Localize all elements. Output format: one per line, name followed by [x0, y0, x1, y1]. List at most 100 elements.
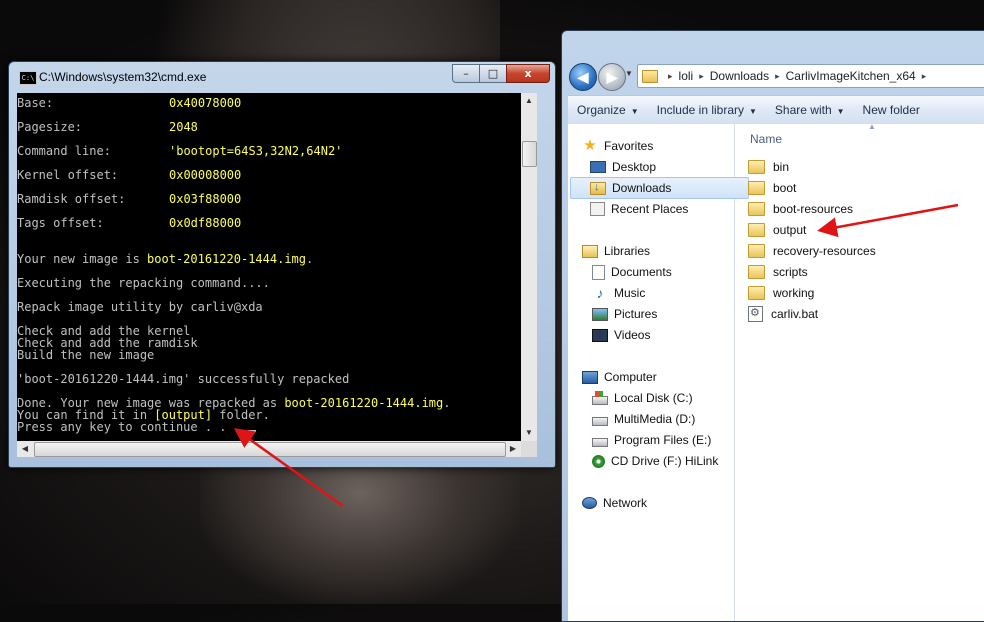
- explorer-window[interactable]: ◀ ▶ ▼ ▸ loli ▸ Downloads ▸ CarlivImageKi…: [561, 30, 984, 622]
- hscroll-thumb[interactable]: [34, 442, 506, 457]
- nav-downloads[interactable]: Downloads: [570, 177, 749, 199]
- nav-documents[interactable]: Documents: [592, 262, 758, 282]
- breadcrumb-separator-icon[interactable]: ▸: [699, 71, 704, 82]
- file-item-output[interactable]: output: [748, 220, 806, 240]
- console-key: Tags offset:: [17, 216, 104, 230]
- column-header: ▲ Name: [738, 122, 984, 154]
- nav-label: MultiMedia (D:): [614, 412, 696, 426]
- nav-label: Music: [614, 286, 646, 300]
- console-line: Your new image is boot-20161220-1444.img…: [17, 253, 529, 265]
- console-key: Command line:: [17, 144, 111, 158]
- scroll-thumb[interactable]: [522, 141, 537, 167]
- console-value: 0x0df88000: [169, 216, 242, 230]
- breadcrumb-separator-icon[interactable]: ▸: [668, 71, 673, 82]
- network-icon: [582, 497, 597, 509]
- navigation-pane[interactable]: ★ Favorites Desktop Downloads Recent Plac…: [568, 124, 749, 621]
- nav-label: Network: [603, 496, 648, 510]
- breadcrumb-separator-icon[interactable]: ▸: [775, 71, 780, 82]
- console-line: Ramdisk offset: 0x03f88000: [17, 193, 529, 205]
- close-button[interactable]: x: [506, 64, 550, 83]
- new-folder-button[interactable]: New folder: [854, 103, 929, 117]
- breadcrumb-item[interactable]: Downloads: [710, 69, 769, 83]
- back-arrow-icon[interactable]: ◀: [569, 63, 597, 91]
- music-icon: ♪: [596, 285, 604, 301]
- nav-program-files[interactable]: Program Files (E:): [592, 430, 758, 450]
- breadcrumb-item[interactable]: CarlivImageKitchen_x64: [786, 69, 916, 83]
- file-item-working[interactable]: working: [748, 283, 814, 303]
- nav-recent-places[interactable]: Recent Places: [590, 199, 756, 219]
- hard-drive-icon: [592, 438, 608, 447]
- cmd-window[interactable]: C:\ C:\Windows\system32\cmd.exe – □ x Ba…: [8, 61, 556, 468]
- scroll-down-icon[interactable]: ▼: [521, 425, 537, 441]
- scroll-left-icon[interactable]: ◀: [17, 441, 33, 457]
- nav-computer[interactable]: Computer: [582, 367, 748, 387]
- console-line: Pagesize: 2048: [17, 121, 529, 133]
- folder-icon: [748, 286, 765, 300]
- nav-desktop[interactable]: Desktop: [590, 157, 756, 177]
- nav-label: Computer: [604, 370, 657, 384]
- console-line: Executing the repacking command....: [17, 277, 529, 289]
- text-cursor: [248, 430, 257, 432]
- console-line: Command line: 'bootopt=64S3,32N2,64N2': [17, 145, 529, 157]
- nav-videos[interactable]: Videos: [592, 325, 758, 345]
- include-in-library-button[interactable]: Include in library ▼: [648, 103, 766, 117]
- desktop-icon: [590, 161, 606, 173]
- cmd-titlebar[interactable]: C:\ C:\Windows\system32\cmd.exe – □ x: [9, 62, 555, 90]
- console-horizontal-scrollbar[interactable]: ◀ ▶: [17, 441, 521, 457]
- nav-network[interactable]: Network: [582, 493, 748, 513]
- sort-ascending-icon: ▲: [868, 122, 876, 131]
- nav-local-disk[interactable]: Local Disk (C:): [592, 388, 758, 408]
- star-icon: ★: [583, 137, 597, 154]
- scroll-corner: [521, 441, 537, 457]
- nav-label: Favorites: [604, 139, 654, 153]
- nav-music[interactable]: ♪ Music: [592, 283, 758, 303]
- nav-libraries[interactable]: Libraries: [582, 241, 748, 261]
- scroll-right-icon[interactable]: ▶: [505, 441, 521, 457]
- address-bar[interactable]: ▸ loli ▸ Downloads ▸ CarlivImageKitchen_…: [637, 64, 984, 88]
- command-bar: Organize ▼ Include in library ▼ Share with…: [568, 95, 984, 125]
- file-name: working: [773, 286, 815, 300]
- maximize-button[interactable]: □: [479, 64, 507, 83]
- organize-button[interactable]: Organize ▼: [568, 103, 648, 117]
- share-with-button[interactable]: Share with ▼: [766, 103, 854, 117]
- nav-label: Local Disk (C:): [614, 391, 693, 405]
- documents-icon: [592, 264, 605, 280]
- column-header-name[interactable]: Name: [750, 132, 782, 146]
- minimize-button[interactable]: –: [452, 64, 480, 83]
- pictures-icon: [592, 307, 608, 321]
- recent-places-icon: [590, 202, 605, 216]
- breadcrumb-item[interactable]: loli: [679, 69, 694, 83]
- console-lines: Base: 0x40078000 Pagesize: 2048 Command line…: [17, 97, 529, 433]
- file-item-boot-resources[interactable]: boot-resources: [748, 199, 853, 219]
- console-value: 2048: [169, 120, 198, 134]
- nav-label: Program Files (E:): [614, 433, 712, 447]
- nav-cd-drive[interactable]: CD Drive (F:) HiLink: [592, 451, 758, 471]
- folder-icon: [748, 160, 765, 174]
- recent-pages-dropdown-icon[interactable]: ▼: [625, 69, 633, 78]
- console-vertical-scrollbar[interactable]: ▲ ▼: [521, 93, 537, 441]
- console-line: Build the new image: [17, 349, 529, 361]
- folder-icon: [748, 265, 765, 279]
- cmd-window-title: C:\Windows\system32\cmd.exe: [39, 70, 207, 84]
- file-item-carliv-bat[interactable]: carliv.bat: [748, 304, 818, 324]
- breadcrumb-separator-icon[interactable]: ▸: [922, 71, 927, 82]
- file-item-bin[interactable]: bin: [748, 157, 789, 177]
- nav-favorites[interactable]: ★ Favorites: [582, 136, 748, 156]
- file-name: boot: [773, 181, 797, 195]
- file-name: bin: [773, 160, 790, 174]
- chevron-down-icon: ▼: [630, 107, 639, 116]
- file-item-recovery-resources[interactable]: recovery-resources: [748, 241, 876, 261]
- forward-arrow-icon[interactable]: ▶: [598, 63, 626, 91]
- organize-label: Organize: [577, 103, 626, 117]
- nav-multimedia[interactable]: MultiMedia (D:): [592, 409, 758, 429]
- console-value: 0x03f88000: [169, 192, 242, 206]
- nav-label: Downloads: [612, 181, 672, 195]
- file-item-boot[interactable]: boot: [748, 178, 796, 198]
- console-output[interactable]: Base: 0x40078000 Pagesize: 2048 Command line…: [17, 93, 537, 457]
- console-line: Tags offset: 0x0df88000: [17, 217, 529, 229]
- nav-pictures[interactable]: Pictures: [592, 304, 758, 324]
- scroll-up-icon[interactable]: ▲: [521, 93, 537, 109]
- file-item-scripts[interactable]: scripts: [748, 262, 808, 282]
